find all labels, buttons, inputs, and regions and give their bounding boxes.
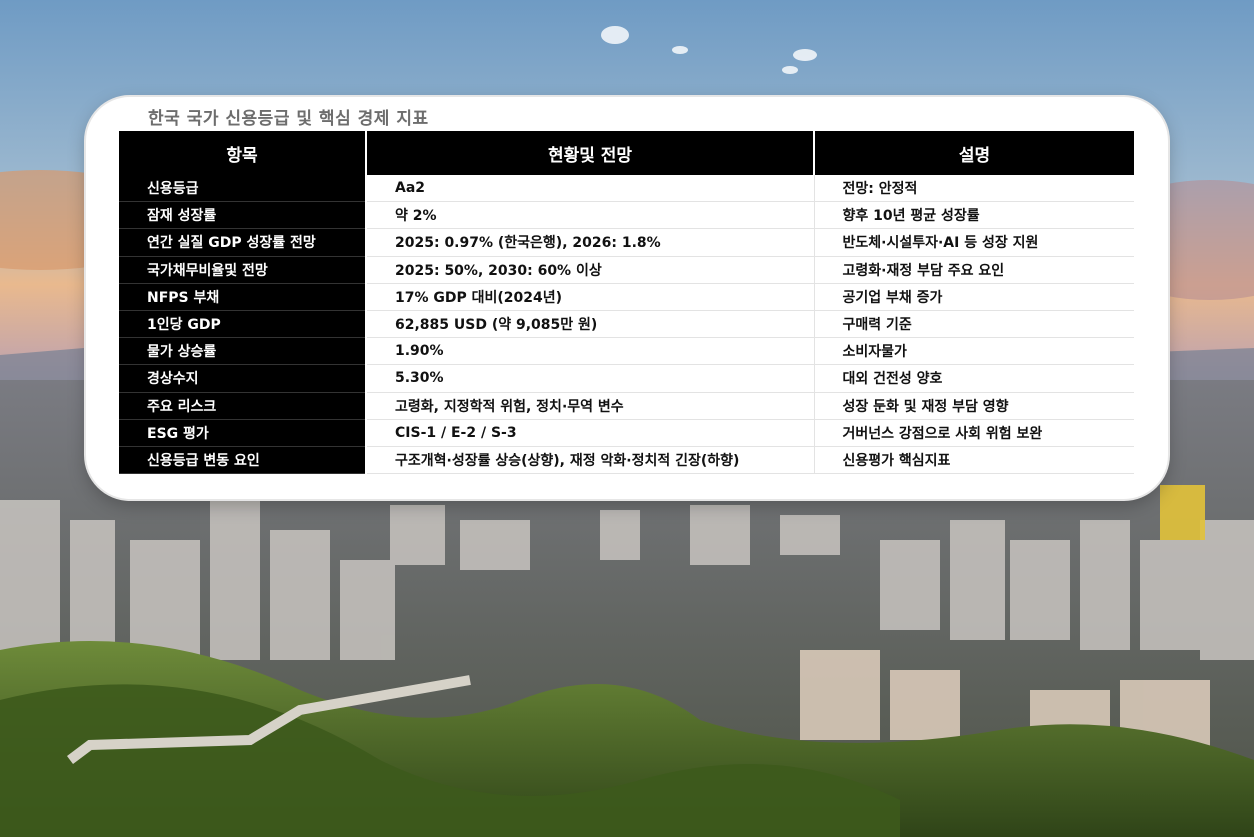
row-item: NFPS 부채 xyxy=(119,283,367,311)
page-title: 한국 국가 신용등급 및 핵심 경제 지표 xyxy=(148,109,429,129)
indicator-table: 항목 현황및 전망 설명 신용등급 Aa2 전망: 안정적 잠재 성장률 약 2% 향후… xyxy=(119,131,1134,475)
row-item: 경상수지 xyxy=(119,364,367,393)
table-row: 경상수지 5.30% 대외 건전성 양호 xyxy=(119,364,1134,393)
row-status: 1.90% xyxy=(366,337,815,366)
row-status: 2025: 50%, 2030: 60% 이상 xyxy=(366,256,815,284)
row-description: 고령화·재정 부담 주요 요인 xyxy=(814,256,1134,284)
row-description: 공기업 부채 증가 xyxy=(814,283,1134,311)
row-item: ESG 평가 xyxy=(119,419,367,447)
row-item: 국가채무비율및 전망 xyxy=(119,256,367,284)
row-description: 전망: 안정적 xyxy=(814,175,1134,203)
row-item: 신용등급 xyxy=(119,175,367,203)
row-status: 2025: 0.97% (한국은행), 2026: 1.8% xyxy=(366,228,815,257)
table-row: 주요 리스크 고령화, 지정학적 위험, 정치·무역 변수 성장 둔화 및 재정 부… xyxy=(119,392,1134,420)
row-item: 1인당 GDP xyxy=(119,310,367,339)
row-status: 5.30% xyxy=(366,364,815,393)
row-description: 성장 둔화 및 재정 부담 영향 xyxy=(814,392,1134,420)
row-description: 향후 10년 평균 성장률 xyxy=(814,201,1134,230)
table-row: 물가 상승률 1.90% 소비자물가 xyxy=(119,337,1134,366)
header-description: 설명 xyxy=(814,131,1134,175)
row-item: 주요 리스크 xyxy=(119,392,367,420)
row-status: 고령화, 지정학적 위험, 정치·무역 변수 xyxy=(366,392,815,420)
table-row: 1인당 GDP 62,885 USD (약 9,085만 원) 구매력 기준 xyxy=(119,310,1134,339)
row-description: 거버넌스 강점으로 사회 위험 보완 xyxy=(814,419,1134,447)
row-status: 약 2% xyxy=(366,201,815,230)
row-description: 신용평가 핵심지표 xyxy=(814,446,1134,475)
row-status: 구조개혁·성장률 상승(상향), 재정 악화·정치적 긴장(하향) xyxy=(366,446,815,475)
row-item: 물가 상승률 xyxy=(119,337,367,366)
table-row: 잠재 성장률 약 2% 향후 10년 평균 성장률 xyxy=(119,201,1134,230)
table-row: 신용등급 Aa2 전망: 안정적 xyxy=(119,175,1134,203)
row-status: 17% GDP 대비(2024년) xyxy=(366,283,815,311)
row-item: 신용등급 변동 요인 xyxy=(119,446,367,475)
table-header-row: 항목 현황및 전망 설명 xyxy=(119,131,1134,175)
table-row: 신용등급 변동 요인 구조개혁·성장률 상승(상향), 재정 악화·정치적 긴장(… xyxy=(119,446,1134,475)
row-description: 소비자물가 xyxy=(814,337,1134,366)
row-item: 잠재 성장률 xyxy=(119,201,367,230)
row-description: 대외 건전성 양호 xyxy=(814,364,1134,393)
row-status: CIS-1 / E-2 / S-3 xyxy=(366,419,815,447)
header-item: 항목 xyxy=(119,131,367,175)
table-row: ESG 평가 CIS-1 / E-2 / S-3 거버넌스 강점으로 사회 위험 보… xyxy=(119,419,1134,447)
header-status-outlook: 현황및 전망 xyxy=(366,131,815,175)
row-description: 반도체·시설투자·AI 등 성장 지원 xyxy=(814,228,1134,257)
row-description: 구매력 기준 xyxy=(814,310,1134,339)
table-row: 연간 실질 GDP 성장률 전망 2025: 0.97% (한국은행), 2026… xyxy=(119,228,1134,257)
table-row: 국가채무비율및 전망 2025: 50%, 2030: 60% 이상 고령화·재정 … xyxy=(119,256,1134,284)
table-row: NFPS 부채 17% GDP 대비(2024년) 공기업 부채 증가 xyxy=(119,283,1134,311)
row-item: 연간 실질 GDP 성장률 전망 xyxy=(119,228,367,257)
row-status: Aa2 xyxy=(366,175,815,203)
row-status: 62,885 USD (약 9,085만 원) xyxy=(366,310,815,339)
